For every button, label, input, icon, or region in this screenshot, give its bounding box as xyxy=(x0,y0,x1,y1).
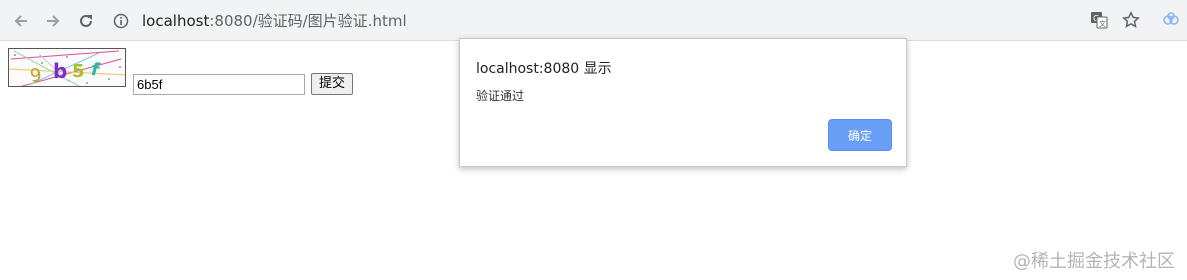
svg-text:b: b xyxy=(53,59,67,83)
url-path: :8080/验证码/图片验证.html xyxy=(209,12,407,30)
extension-icon[interactable] xyxy=(1162,11,1180,33)
alert-dialog: localhost:8080 显示 验证通过 确定 xyxy=(459,38,907,167)
reload-icon[interactable] xyxy=(73,8,99,34)
star-icon[interactable] xyxy=(1122,11,1140,33)
svg-text:9: 9 xyxy=(29,65,43,87)
info-icon[interactable] xyxy=(113,13,129,29)
svg-text:文: 文 xyxy=(1099,19,1106,28)
svg-text:f: f xyxy=(89,59,102,81)
url-text[interactable]: localhost:8080/验证码/图片验证.html xyxy=(142,11,407,31)
browser-toolbar: localhost:8080/验证码/图片验证.html G文 xyxy=(0,0,1187,41)
ok-button[interactable]: 确定 xyxy=(828,119,892,151)
svg-text:5: 5 xyxy=(72,61,85,82)
captcha-image[interactable]: 9 b 5 f xyxy=(8,48,126,87)
url-host: localhost xyxy=(142,12,210,30)
forward-arrow-icon[interactable] xyxy=(40,8,66,34)
watermark: @稀土掘金技术社区 xyxy=(1013,251,1175,272)
dialog-message: 验证通过 xyxy=(476,89,525,103)
back-arrow-icon[interactable] xyxy=(8,8,34,34)
captcha-input[interactable] xyxy=(133,74,305,95)
translate-icon[interactable]: G文 xyxy=(1090,11,1108,33)
submit-button[interactable]: 提交 xyxy=(311,73,354,95)
dialog-title: localhost:8080 显示 xyxy=(476,61,612,77)
